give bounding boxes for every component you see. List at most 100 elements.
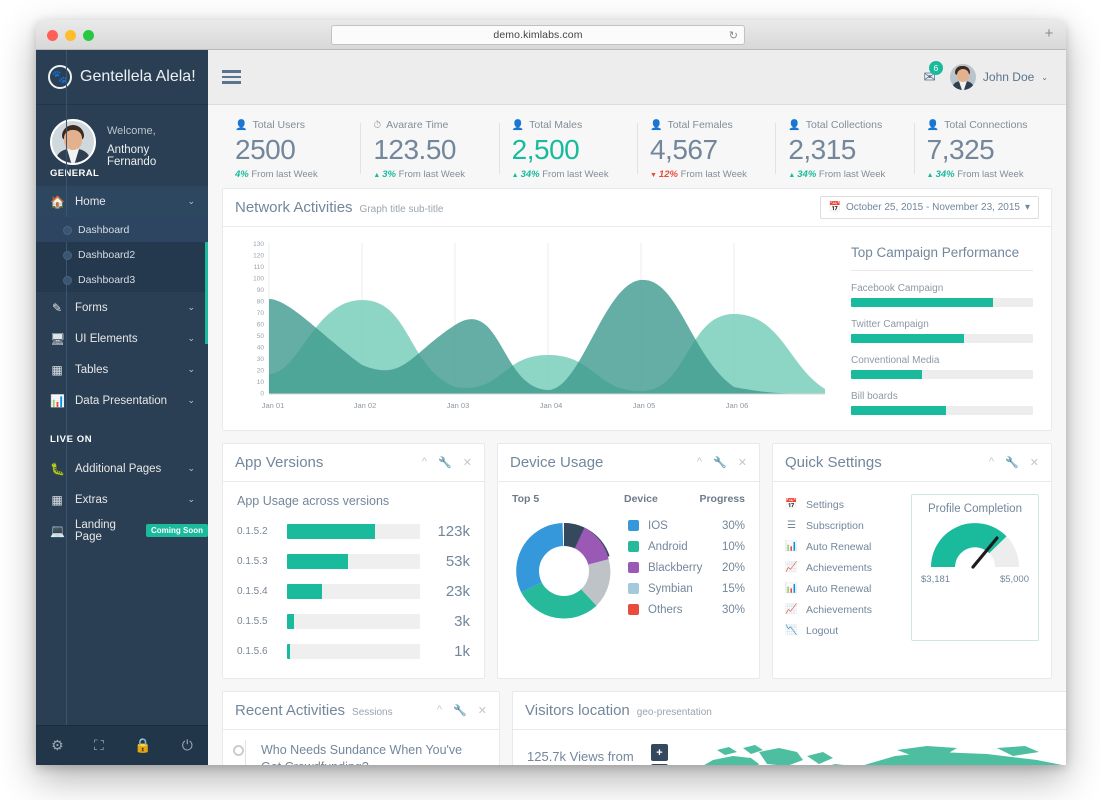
tile-total-connections[interactable]: 👤 Total Connections 7,325 ▲34% From last… [914,119,1052,180]
panel-body: 📅 Settings ☰ Subscription 📊 Auto Renewal [773,482,1051,655]
brand-logo[interactable]: 🐾 Gentellela Alela! [36,50,208,105]
sidebar-subitem-label: Dashboard2 [78,249,135,261]
chevron-down-icon: ⌄ [187,494,195,505]
tile-average-time[interactable]: ⏱ Avarare Time 123.50 ▲3% From last Week [360,119,498,180]
quick-settings-item-subscription[interactable]: ☰ Subscription [785,515,903,536]
collapse-icon[interactable]: ^ [989,456,994,469]
legend-swatch-android [628,541,639,552]
sidebar-item-dashboard2[interactable]: Dashboard2 [36,242,208,267]
profile-completion-title: Profile Completion [921,503,1029,515]
campaign-row: Bill boards [851,391,1033,415]
fullscreen-icon[interactable]: ⛶ [94,737,104,754]
messages-button[interactable]: ✉ 6 [923,68,936,87]
campaign-label: Facebook Campaign [851,283,1033,294]
close-icon[interactable]: ✕ [738,456,747,469]
legend-label: Symbian [648,583,705,595]
user-menu[interactable]: John Doe ⌄ [950,64,1048,90]
panel-title: Recent Activities [235,702,345,719]
collapse-icon[interactable]: ^ [697,456,702,469]
tile-count: 123.50 [373,134,485,166]
map-zoom-in-button[interactable]: + [651,744,668,761]
tile-total-collections[interactable]: 👤 Total Collections 2,315 ▲34% From last… [775,119,913,180]
quick-settings-label: Subscription [806,520,864,532]
windows-icon: ▦ [50,493,64,507]
sidebar-item-data-presentation[interactable]: 📊 Data Presentation ⌄ [36,385,208,416]
user-icon: 👤 [235,120,247,131]
version-value: 23k [430,583,470,600]
sidebar-item-extras[interactable]: ▦ Extras ⌄ [36,484,208,515]
sidebar-item-label: Home [75,196,106,208]
chevron-down-icon: ⌄ [187,302,195,313]
gauge-min-label: $3,181 [921,574,950,585]
tile-pct: 12% [659,169,678,180]
world-map[interactable]: + − [647,742,1066,765]
legend-value: 30% [705,604,745,616]
tile-count: 2500 [235,134,347,166]
panel-title: Network Activities [235,199,353,216]
chevron-down-icon: ▾ [1025,202,1030,213]
legend-row: Others 30% [628,599,745,620]
tile-total-users[interactable]: 👤 Total Users 2500 4% From last Week [222,119,360,180]
sidebar-item-additional-pages[interactable]: 🐛 Additional Pages ⌄ [36,453,208,484]
tile-total-females[interactable]: 👤 Total Females 4,567 ▼12% From last Wee… [637,119,775,180]
panel-body: 130120 110100 9080 7060 5040 3020 100 [223,227,1051,430]
legend-row: Blackberry 20% [628,557,745,578]
tile-total-males[interactable]: 👤 Total Males 2,500 ▲34% From last Week [499,119,637,180]
svg-text:20: 20 [257,368,265,375]
sidebar-item-home[interactable]: 🏠 Home ⌄ [36,186,208,217]
device-usage-header-row: Top 5 Device Progress [498,482,759,511]
quick-settings-item-logout[interactable]: 📉 Logout [785,620,903,641]
new-tab-button[interactable]: + [1042,27,1056,41]
quick-settings-item-settings[interactable]: 📅 Settings [785,494,903,515]
bar-chart-icon: 📊 [50,394,64,408]
window-close-button[interactable] [47,30,58,41]
quick-settings-item-achievements-2[interactable]: 📈 Achievements [785,599,903,620]
edit-icon: ✎ [50,301,64,315]
app-version-row: 0.1.5.4 23k [223,576,484,606]
close-icon[interactable]: ✕ [478,704,487,717]
quick-settings-label: Settings [806,499,844,511]
map-zoom-out-button[interactable]: − [651,764,668,765]
sidebar-item-tables[interactable]: ▦ Tables ⌄ [36,354,208,385]
sidebar-profile: GENERAL Welcome, Anthony Fernando [36,105,208,184]
address-bar[interactable]: demo.kimlabs.com ↻ [331,25,745,45]
chevron-down-icon: ⌄ [187,395,195,406]
wrench-icon[interactable]: 🔧 [1005,456,1019,469]
power-icon[interactable]: ⏻ [182,737,193,754]
quick-settings-item-achievements[interactable]: 📈 Achievements [785,557,903,578]
list-item[interactable]: Who Needs Sundance When You've Got Crowd… [237,742,485,765]
close-icon[interactable]: ✕ [463,456,472,469]
wrench-icon[interactable]: 🔧 [453,704,467,717]
close-icon[interactable]: ✕ [1030,456,1039,469]
lock-icon[interactable]: 🔒 [134,737,151,754]
sidebar-item-forms[interactable]: ✎ Forms ⌄ [36,292,208,323]
area-chart-svg: 130120 110100 9080 7060 5040 3020 100 [229,237,829,419]
quick-settings-item-auto-renewal[interactable]: 📊 Auto Renewal [785,536,903,557]
campaign-progress-track [851,370,1033,379]
version-progress-fill [287,584,322,599]
area-chart-icon: 📉 [785,625,798,636]
svg-text:120: 120 [253,253,264,260]
sidebar-item-ui-elements[interactable]: 🖥 UI Elements ⌄ [36,323,208,354]
wrench-icon[interactable]: 🔧 [438,456,452,469]
window-minimize-button[interactable] [65,30,76,41]
reload-icon[interactable]: ↻ [729,29,738,42]
top-navbar: ✉ 6 John Doe ⌄ [208,50,1066,105]
date-range-picker[interactable]: 📅 October 25, 2015 - November 23, 2015 ▾ [820,196,1039,219]
tile-label: Avarare Time [386,119,448,131]
campaign-row: Twitter Campaign [851,319,1033,343]
collapse-icon[interactable]: ^ [422,456,427,469]
window-maximize-button[interactable] [83,30,94,41]
wrench-icon[interactable]: 🔧 [713,456,727,469]
sidebar-item-dashboard3[interactable]: Dashboard3 [36,267,208,292]
bug-icon: 🐛 [50,462,64,476]
sidebar-item-landing-page[interactable]: 💻 Landing Page Coming Soon [36,515,208,546]
sidebar-item-dashboard[interactable]: Dashboard [36,217,208,242]
hamburger-icon[interactable] [222,70,241,84]
quick-settings-item-auto-renewal-2[interactable]: 📊 Auto Renewal [785,578,903,599]
collapse-icon[interactable]: ^ [437,704,442,717]
visitors-stat: 125.7k Views from 60 countries [527,742,637,765]
gear-icon[interactable]: ⚙ [51,737,64,754]
svg-text:Jan 05: Jan 05 [633,401,656,410]
panel-body: Who Needs Sundance When You've Got Crowd… [223,730,499,765]
